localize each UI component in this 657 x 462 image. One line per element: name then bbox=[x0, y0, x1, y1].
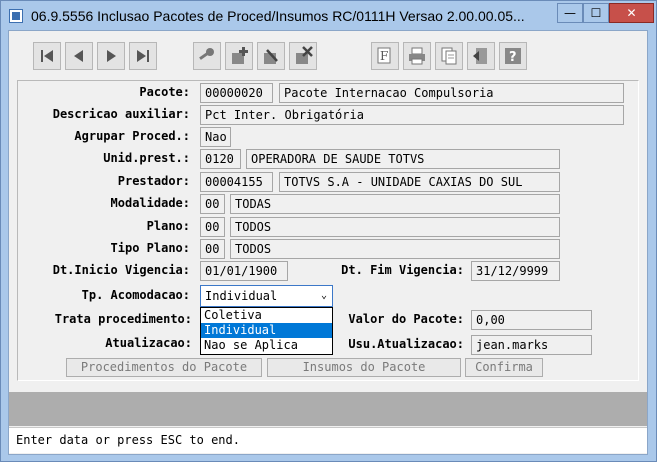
dt-inicio-label: Dt.Inicio Vigencia: bbox=[52, 263, 190, 277]
tp-acomodacao-dropdown: Coletiva Individual Nao se Aplica bbox=[200, 307, 333, 355]
exit-button[interactable] bbox=[467, 42, 495, 70]
confirma-button[interactable]: Confirma bbox=[465, 358, 543, 377]
plano-name-field[interactable]: TODOS bbox=[230, 217, 560, 237]
plano-label: Plano: bbox=[146, 219, 190, 233]
modalidade-code-field[interactable]: 00 bbox=[200, 194, 225, 214]
agrupar-label: Agrupar Proced.: bbox=[74, 129, 190, 143]
tipo-plano-name-field[interactable]: TODOS bbox=[230, 239, 560, 259]
atualizacao-label: Atualizacao: bbox=[105, 336, 192, 350]
prestador-code-field[interactable]: 00004155 bbox=[200, 172, 273, 192]
search-key-icon bbox=[199, 48, 214, 60]
minimize-button[interactable]: — bbox=[557, 3, 583, 23]
usu-atualizacao-label: Usu.Atualizacao: bbox=[348, 337, 464, 351]
usu-atualizacao-field[interactable]: jean.marks bbox=[471, 335, 592, 355]
descricao-label: Descricao auxiliar: bbox=[52, 107, 190, 121]
chevron-down-icon[interactable]: ⌄ bbox=[321, 286, 327, 306]
trata-procedimento-label: Trata procedimento: bbox=[54, 312, 192, 326]
dt-fim-field[interactable]: 31/12/9999 bbox=[471, 261, 560, 281]
edit-record-button[interactable] bbox=[257, 42, 285, 70]
agrupar-field[interactable]: Nao bbox=[200, 127, 231, 147]
filter-button[interactable]: F bbox=[371, 42, 399, 70]
next-record-button[interactable] bbox=[97, 42, 125, 70]
copy-icon bbox=[441, 47, 457, 65]
print-icon bbox=[409, 47, 425, 65]
status-bar: Enter data or press ESC to end. bbox=[9, 427, 647, 453]
pacote-name-field[interactable]: Pacote Internacao Compulsoria bbox=[279, 83, 624, 103]
last-record-button[interactable] bbox=[129, 42, 157, 70]
dt-inicio-field[interactable]: 01/01/1900 bbox=[200, 261, 288, 281]
pacote-label: Pacote: bbox=[139, 85, 190, 99]
tipo-plano-code-field[interactable]: 00 bbox=[200, 239, 225, 259]
title-bar[interactable]: 06.9.5556 Inclusao Pacotes de Proced/Ins… bbox=[1, 1, 656, 31]
insumos-pacote-button[interactable]: Insumos do Pacote bbox=[267, 358, 461, 377]
unid-prest-code-field[interactable]: 0120 bbox=[200, 149, 241, 169]
modalidade-label: Modalidade: bbox=[110, 196, 190, 210]
unid-prest-label: Unid.prest.: bbox=[103, 151, 190, 165]
delete-record-icon bbox=[296, 46, 313, 64]
procedimentos-pacote-button[interactable]: Procedimentos do Pacote bbox=[66, 358, 262, 377]
print-button[interactable] bbox=[403, 42, 431, 70]
window-title: 06.9.5556 Inclusao Pacotes de Proced/Ins… bbox=[31, 8, 525, 24]
search-key-button[interactable] bbox=[193, 42, 221, 70]
close-button[interactable]: ✕ bbox=[609, 3, 654, 23]
svg-text:F: F bbox=[380, 49, 388, 63]
exit-icon bbox=[473, 48, 487, 64]
help-button[interactable]: ? bbox=[499, 42, 527, 70]
previous-record-icon bbox=[74, 50, 83, 62]
last-record-icon bbox=[137, 50, 149, 62]
toolbar: F ? bbox=[9, 31, 647, 79]
copy-button[interactable] bbox=[435, 42, 463, 70]
tp-acomodacao-label: Tp. Acomodacao: bbox=[81, 288, 190, 302]
plano-code-field[interactable]: 00 bbox=[200, 217, 225, 237]
prestador-label: Prestador: bbox=[117, 174, 190, 188]
unid-prest-name-field[interactable]: OPERADORA DE SAUDE TOTVS bbox=[246, 149, 560, 169]
svg-text:?: ? bbox=[509, 50, 517, 65]
app-icon bbox=[9, 9, 23, 23]
tp-acomodacao-selected-value: Individual bbox=[205, 289, 278, 303]
first-record-button[interactable] bbox=[33, 42, 61, 70]
maximize-button[interactable]: ☐ bbox=[583, 3, 609, 23]
first-record-icon bbox=[41, 50, 53, 62]
prestador-name-field[interactable]: TOTVS S.A - UNIDADE CAXIAS DO SUL bbox=[279, 172, 560, 192]
tipo-plano-label: Tipo Plano: bbox=[110, 241, 190, 255]
valor-pacote-field[interactable]: 0,00 bbox=[471, 310, 592, 330]
filter-icon: F bbox=[377, 47, 391, 64]
message-area bbox=[9, 392, 647, 426]
option-individual[interactable]: Individual bbox=[201, 323, 332, 338]
option-nao-se-aplica[interactable]: Nao se Aplica bbox=[201, 338, 332, 353]
add-record-button[interactable] bbox=[225, 42, 253, 70]
pacote-code-field[interactable]: 00000020 bbox=[200, 83, 273, 103]
dt-fim-label: Dt. Fim Vigencia: bbox=[341, 263, 464, 277]
option-coletiva[interactable]: Coletiva bbox=[201, 308, 332, 323]
previous-record-button[interactable] bbox=[65, 42, 93, 70]
next-record-icon bbox=[107, 50, 116, 62]
add-record-icon bbox=[232, 47, 248, 64]
modalidade-name-field[interactable]: TODAS bbox=[230, 194, 560, 214]
descricao-field[interactable]: Pct Inter. Obrigatória bbox=[200, 105, 624, 125]
valor-pacote-label: Valor do Pacote: bbox=[348, 312, 464, 326]
tp-acomodacao-select[interactable]: Individual ⌄ bbox=[200, 285, 333, 307]
delete-record-button[interactable] bbox=[289, 42, 317, 70]
edit-record-icon bbox=[264, 49, 278, 64]
help-icon: ? bbox=[505, 48, 521, 65]
